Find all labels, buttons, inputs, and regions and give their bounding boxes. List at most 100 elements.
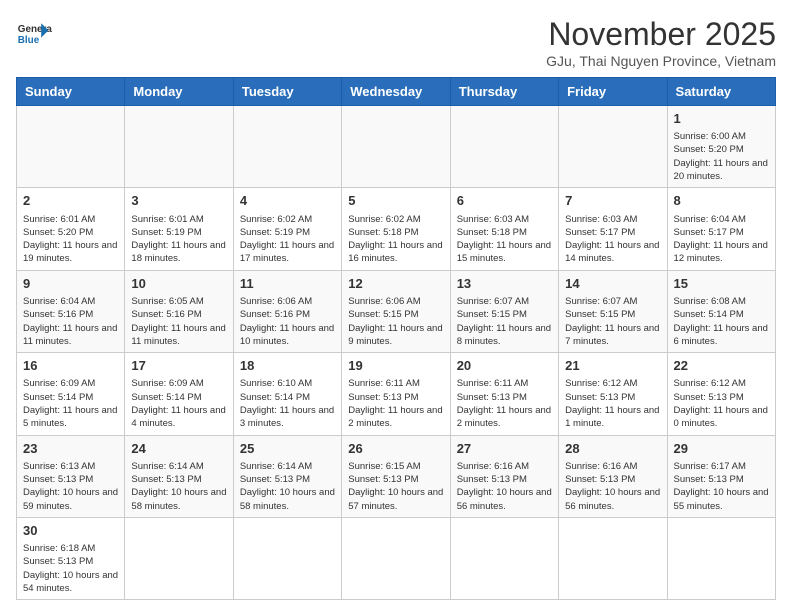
calendar-cell: 6 Sunrise: 6:03 AM Sunset: 5:18 PM Daylig… xyxy=(450,188,558,270)
day-info: Sunrise: 6:06 AM Sunset: 5:15 PM Dayligh… xyxy=(348,295,443,348)
calendar-cell: 7 Sunrise: 6:03 AM Sunset: 5:17 PM Daylig… xyxy=(559,188,667,270)
calendar-cell: 3 Sunrise: 6:01 AM Sunset: 5:19 PM Daylig… xyxy=(125,188,233,270)
day-number: 4 xyxy=(240,192,335,210)
day-info: Sunrise: 6:04 AM Sunset: 5:16 PM Dayligh… xyxy=(23,295,118,348)
calendar-cell: 30 Sunrise: 6:18 AM Sunset: 5:13 PM Dayli… xyxy=(17,517,125,599)
day-number: 10 xyxy=(131,275,226,293)
title-area: November 2025 GJu, Thai Nguyen Province,… xyxy=(546,16,776,69)
day-number: 8 xyxy=(674,192,769,210)
day-info: Sunrise: 6:01 AM Sunset: 5:19 PM Dayligh… xyxy=(131,213,226,266)
day-info: Sunrise: 6:03 AM Sunset: 5:17 PM Dayligh… xyxy=(565,213,660,266)
calendar-cell: 10 Sunrise: 6:05 AM Sunset: 5:16 PM Dayli… xyxy=(125,270,233,352)
day-info: Sunrise: 6:05 AM Sunset: 5:16 PM Dayligh… xyxy=(131,295,226,348)
calendar-cell: 1 Sunrise: 6:00 AM Sunset: 5:20 PM Daylig… xyxy=(667,106,775,188)
day-number: 19 xyxy=(348,357,443,375)
day-number: 29 xyxy=(674,440,769,458)
day-number: 3 xyxy=(131,192,226,210)
day-info: Sunrise: 6:00 AM Sunset: 5:20 PM Dayligh… xyxy=(674,130,769,183)
calendar-cell xyxy=(450,517,558,599)
day-info: Sunrise: 6:02 AM Sunset: 5:18 PM Dayligh… xyxy=(348,213,443,266)
calendar-week-2: 2Sunrise: 6:01 AM Sunset: 5:20 PM Daylig… xyxy=(17,188,776,270)
calendar-cell: 22 Sunrise: 6:12 AM Sunset: 5:13 PM Dayli… xyxy=(667,353,775,435)
calendar-cell xyxy=(125,106,233,188)
day-info: Sunrise: 6:09 AM Sunset: 5:14 PM Dayligh… xyxy=(23,377,118,430)
day-info: Sunrise: 6:13 AM Sunset: 5:13 PM Dayligh… xyxy=(23,460,118,513)
day-number: 26 xyxy=(348,440,443,458)
day-info: Sunrise: 6:07 AM Sunset: 5:15 PM Dayligh… xyxy=(457,295,552,348)
calendar-cell xyxy=(233,106,341,188)
day-number: 16 xyxy=(23,357,118,375)
day-number: 12 xyxy=(348,275,443,293)
day-info: Sunrise: 6:10 AM Sunset: 5:14 PM Dayligh… xyxy=(240,377,335,430)
day-number: 21 xyxy=(565,357,660,375)
day-info: Sunrise: 6:18 AM Sunset: 5:13 PM Dayligh… xyxy=(23,542,118,595)
day-info: Sunrise: 6:11 AM Sunset: 5:13 PM Dayligh… xyxy=(457,377,552,430)
calendar-cell xyxy=(17,106,125,188)
day-info: Sunrise: 6:14 AM Sunset: 5:13 PM Dayligh… xyxy=(240,460,335,513)
day-info: Sunrise: 6:17 AM Sunset: 5:13 PM Dayligh… xyxy=(674,460,769,513)
day-number: 7 xyxy=(565,192,660,210)
header: General Blue November 2025 GJu, Thai Ngu… xyxy=(16,16,776,69)
day-number: 24 xyxy=(131,440,226,458)
generalblue-logo-icon: General Blue xyxy=(16,16,52,52)
day-number: 22 xyxy=(674,357,769,375)
day-info: Sunrise: 6:09 AM Sunset: 5:14 PM Dayligh… xyxy=(131,377,226,430)
day-info: Sunrise: 6:15 AM Sunset: 5:13 PM Dayligh… xyxy=(348,460,443,513)
calendar-cell: 29 Sunrise: 6:17 AM Sunset: 5:13 PM Dayli… xyxy=(667,435,775,517)
calendar-table: SundayMondayTuesdayWednesdayThursdayFrid… xyxy=(16,77,776,600)
weekday-header-saturday: Saturday xyxy=(667,78,775,106)
calendar-cell: 24 Sunrise: 6:14 AM Sunset: 5:13 PM Dayli… xyxy=(125,435,233,517)
day-info: Sunrise: 6:12 AM Sunset: 5:13 PM Dayligh… xyxy=(674,377,769,430)
logo-area: General Blue xyxy=(16,16,52,52)
calendar-cell: 11Sunrise: 6:06 AM Sunset: 5:16 PM Dayli… xyxy=(233,270,341,352)
calendar-cell: 5Sunrise: 6:02 AM Sunset: 5:18 PM Daylig… xyxy=(342,188,450,270)
calendar-cell: 23 Sunrise: 6:13 AM Sunset: 5:13 PM Dayli… xyxy=(17,435,125,517)
day-number: 30 xyxy=(23,522,118,540)
day-number: 2 xyxy=(23,192,118,210)
day-info: Sunrise: 6:02 AM Sunset: 5:19 PM Dayligh… xyxy=(240,213,335,266)
day-info: Sunrise: 6:11 AM Sunset: 5:13 PM Dayligh… xyxy=(348,377,443,430)
calendar-cell: 15Sunrise: 6:08 AM Sunset: 5:14 PM Dayli… xyxy=(667,270,775,352)
calendar-cell: 28 Sunrise: 6:16 AM Sunset: 5:13 PM Dayli… xyxy=(559,435,667,517)
calendar-cell xyxy=(450,106,558,188)
day-number: 15 xyxy=(674,275,769,293)
day-number: 18 xyxy=(240,357,335,375)
day-info: Sunrise: 6:06 AM Sunset: 5:16 PM Dayligh… xyxy=(240,295,335,348)
calendar-cell: 20Sunrise: 6:11 AM Sunset: 5:13 PM Dayli… xyxy=(450,353,558,435)
calendar-cell: 16 Sunrise: 6:09 AM Sunset: 5:14 PM Dayli… xyxy=(17,353,125,435)
calendar-week-1: 1 Sunrise: 6:00 AM Sunset: 5:20 PM Daylig… xyxy=(17,106,776,188)
day-info: Sunrise: 6:12 AM Sunset: 5:13 PM Dayligh… xyxy=(565,377,660,430)
calendar-week-6: 30 Sunrise: 6:18 AM Sunset: 5:13 PM Dayli… xyxy=(17,517,776,599)
day-number: 23 xyxy=(23,440,118,458)
calendar-cell: 14Sunrise: 6:07 AM Sunset: 5:15 PM Dayli… xyxy=(559,270,667,352)
calendar-cell: 12 Sunrise: 6:06 AM Sunset: 5:15 PM Dayli… xyxy=(342,270,450,352)
calendar-week-3: 9Sunrise: 6:04 AM Sunset: 5:16 PM Daylig… xyxy=(17,270,776,352)
calendar-cell xyxy=(342,106,450,188)
weekday-header-row: SundayMondayTuesdayWednesdayThursdayFrid… xyxy=(17,78,776,106)
calendar-cell xyxy=(233,517,341,599)
day-number: 6 xyxy=(457,192,552,210)
calendar-cell: 13 Sunrise: 6:07 AM Sunset: 5:15 PM Dayli… xyxy=(450,270,558,352)
weekday-header-thursday: Thursday xyxy=(450,78,558,106)
day-number: 28 xyxy=(565,440,660,458)
day-info: Sunrise: 6:04 AM Sunset: 5:17 PM Dayligh… xyxy=(674,213,769,266)
calendar-cell: 19 Sunrise: 6:11 AM Sunset: 5:13 PM Dayli… xyxy=(342,353,450,435)
day-number: 1 xyxy=(674,110,769,128)
day-number: 17 xyxy=(131,357,226,375)
weekday-header-monday: Monday xyxy=(125,78,233,106)
calendar-cell xyxy=(667,517,775,599)
weekday-header-friday: Friday xyxy=(559,78,667,106)
weekday-header-tuesday: Tuesday xyxy=(233,78,341,106)
day-info: Sunrise: 6:14 AM Sunset: 5:13 PM Dayligh… xyxy=(131,460,226,513)
calendar-cell: 26 Sunrise: 6:15 AM Sunset: 5:13 PM Dayli… xyxy=(342,435,450,517)
calendar-cell: 9Sunrise: 6:04 AM Sunset: 5:16 PM Daylig… xyxy=(17,270,125,352)
calendar-cell: 2Sunrise: 6:01 AM Sunset: 5:20 PM Daylig… xyxy=(17,188,125,270)
calendar-cell xyxy=(559,517,667,599)
calendar-cell: 4 Sunrise: 6:02 AM Sunset: 5:19 PM Daylig… xyxy=(233,188,341,270)
day-info: Sunrise: 6:16 AM Sunset: 5:13 PM Dayligh… xyxy=(565,460,660,513)
calendar-cell xyxy=(125,517,233,599)
calendar-cell: 25Sunrise: 6:14 AM Sunset: 5:13 PM Dayli… xyxy=(233,435,341,517)
day-number: 13 xyxy=(457,275,552,293)
day-info: Sunrise: 6:03 AM Sunset: 5:18 PM Dayligh… xyxy=(457,213,552,266)
calendar-cell: 8 Sunrise: 6:04 AM Sunset: 5:17 PM Daylig… xyxy=(667,188,775,270)
